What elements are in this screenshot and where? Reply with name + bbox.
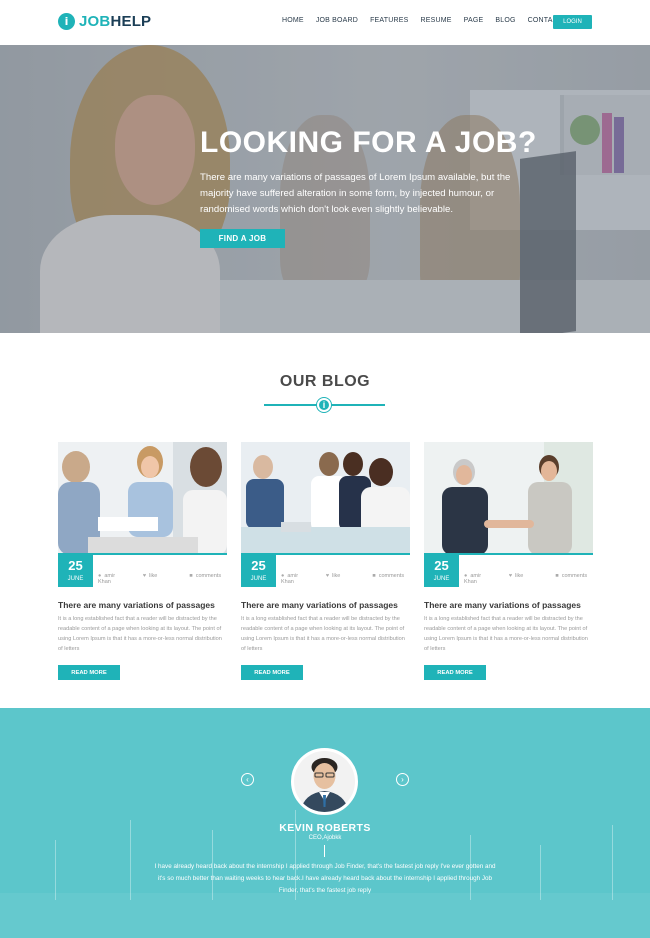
nav-page[interactable]: PAGE bbox=[464, 17, 484, 24]
main-nav: HOME JOB BOARD FEATURES RESUME PAGE BLOG… bbox=[282, 17, 574, 24]
nav-features[interactable]: FEATURES bbox=[370, 17, 408, 24]
testimonial-quote: I have already heard back about the inte… bbox=[154, 863, 496, 894]
post-comments-label: comments bbox=[195, 573, 222, 579]
comment-icon: ■ bbox=[372, 573, 376, 579]
hero-banner: LOOKING FOR A JOB? There are many variat… bbox=[0, 45, 650, 333]
post-comments-label: comments bbox=[561, 573, 588, 579]
post-comments[interactable]: ■ comments bbox=[189, 573, 237, 585]
man-portrait bbox=[294, 751, 355, 812]
date-badge: 25 JUNE bbox=[58, 555, 93, 587]
business-team-illustration bbox=[241, 442, 410, 555]
testimonial-section: ‹ › KEVIN ROBERTS CEO,Ajobkk I have alre… bbox=[0, 708, 650, 938]
heart-icon: ♥ bbox=[325, 573, 330, 579]
date-day: 25 bbox=[68, 558, 83, 573]
logo-text-part2: HELP bbox=[110, 13, 152, 30]
read-more-button[interactable]: READ MORE bbox=[241, 665, 303, 680]
post-excerpt: It is a long established fact that a rea… bbox=[58, 616, 222, 652]
post-meta: ● amir Khan ♥ like ■ comments bbox=[464, 573, 619, 585]
nav-resume[interactable]: RESUME bbox=[421, 17, 452, 24]
post-excerpt: It is a long established fact that a rea… bbox=[241, 616, 405, 652]
post-likes-label: like bbox=[149, 573, 158, 579]
testimonial-bg-boat bbox=[540, 845, 541, 900]
nav-job-board[interactable]: JOB BOARD bbox=[316, 17, 358, 24]
comment-icon: ■ bbox=[189, 573, 193, 579]
post-likes[interactable]: ♥ like bbox=[143, 573, 174, 585]
logo-text-part1: JOB bbox=[79, 13, 111, 30]
testimonial-bg-boat bbox=[55, 840, 56, 900]
post-excerpt: It is a long established fact that a rea… bbox=[424, 616, 588, 652]
date-month: JUNE bbox=[433, 576, 450, 582]
post-title[interactable]: There are many variations of passages bbox=[241, 600, 421, 610]
heart-icon: ♥ bbox=[142, 573, 147, 579]
post-author[interactable]: ● amir Khan bbox=[464, 573, 493, 585]
date-badge: 25 JUNE bbox=[241, 555, 276, 587]
post-comments[interactable]: ■ comments bbox=[555, 573, 603, 585]
date-day: 25 bbox=[434, 558, 449, 573]
site-header: i JOBHELP HOME JOB BOARD FEATURES RESUME… bbox=[0, 0, 650, 45]
testimonial-role: CEO,Ajobkk bbox=[308, 835, 342, 841]
post-likes-label: like bbox=[515, 573, 524, 579]
blog-card-image[interactable] bbox=[424, 442, 593, 555]
date-day: 25 bbox=[251, 558, 266, 573]
blog-card-image[interactable] bbox=[241, 442, 410, 555]
blog-card: 25 JUNE ● amir Khan ♥ like ■ comments There… bbox=[58, 442, 227, 680]
date-month: JUNE bbox=[67, 576, 84, 582]
post-likes[interactable]: ♥ like bbox=[509, 573, 540, 585]
logo-icon: i bbox=[58, 13, 75, 30]
testimonial-divider bbox=[324, 845, 325, 857]
nav-home[interactable]: HOME bbox=[282, 17, 304, 24]
blog-card: 25 JUNE ● amir Khan ♥ like ■ comments There… bbox=[241, 442, 410, 680]
hero-text: There are many variations of passages of… bbox=[200, 172, 511, 215]
prev-arrow-icon[interactable]: ‹ bbox=[241, 773, 254, 786]
testimonial-avatar bbox=[291, 748, 358, 815]
find-job-button[interactable]: FIND A JOB bbox=[200, 229, 285, 248]
blog-card-image[interactable] bbox=[58, 442, 227, 555]
read-more-button[interactable]: READ MORE bbox=[58, 665, 120, 680]
read-more-button[interactable]: READ MORE bbox=[424, 665, 486, 680]
post-meta: ● amir Khan ♥ like ■ comments bbox=[281, 573, 436, 585]
logo-text: JOBHELP bbox=[79, 13, 151, 30]
info-icon: i bbox=[317, 398, 331, 412]
date-month: JUNE bbox=[250, 576, 267, 582]
post-likes-label: like bbox=[332, 573, 341, 579]
post-title[interactable]: There are many variations of passages bbox=[58, 600, 238, 610]
date-badge: 25 JUNE bbox=[424, 555, 459, 587]
post-author[interactable]: ● amir Khan bbox=[281, 573, 310, 585]
post-comments-label: comments bbox=[378, 573, 405, 579]
testimonial-bg-water bbox=[0, 893, 650, 938]
next-arrow-icon[interactable]: › bbox=[396, 773, 409, 786]
login-button[interactable]: LOGIN bbox=[553, 15, 592, 29]
post-comments[interactable]: ■ comments bbox=[372, 573, 420, 585]
post-title[interactable]: There are many variations of passages bbox=[424, 600, 604, 610]
testimonial-name: KEVIN ROBERTS bbox=[279, 822, 371, 834]
comment-icon: ■ bbox=[555, 573, 559, 579]
hero-title: LOOKING FOR A JOB? bbox=[200, 126, 537, 159]
nav-blog[interactable]: BLOG bbox=[495, 17, 515, 24]
heart-icon: ♥ bbox=[508, 573, 513, 579]
post-author[interactable]: ● amir Khan bbox=[98, 573, 127, 585]
post-meta: ● amir Khan ♥ like ■ comments bbox=[98, 573, 253, 585]
blog-section-title: OUR BLOG bbox=[279, 373, 371, 390]
post-likes[interactable]: ♥ like bbox=[326, 573, 357, 585]
logo[interactable]: i JOBHELP bbox=[58, 13, 151, 30]
handshake-illustration bbox=[424, 442, 593, 555]
blog-card: 25 JUNE ● amir Khan ♥ like ■ comments There… bbox=[424, 442, 593, 680]
office-meeting-illustration bbox=[58, 442, 227, 555]
